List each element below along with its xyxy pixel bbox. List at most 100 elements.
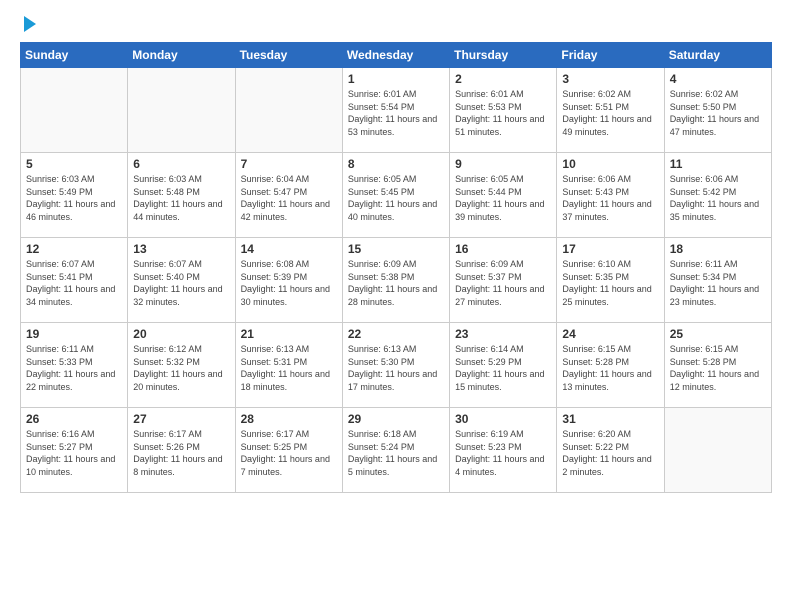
day-number: 29 (348, 412, 444, 426)
weekday-header-saturday: Saturday (664, 43, 771, 68)
calendar-week-row-2: 12 Sunrise: 6:07 AM Sunset: 5:41 PM Dayli… (21, 238, 772, 323)
calendar-day-cell-7: 7 Sunrise: 6:04 AM Sunset: 5:47 PM Daylig… (235, 153, 342, 238)
day-number: 11 (670, 157, 766, 171)
day-info: Sunrise: 6:02 AM Sunset: 5:50 PM Dayligh… (670, 88, 766, 138)
day-number: 31 (562, 412, 658, 426)
day-info: Sunrise: 6:12 AM Sunset: 5:32 PM Dayligh… (133, 343, 229, 393)
day-number: 16 (455, 242, 551, 256)
weekday-header-thursday: Thursday (450, 43, 557, 68)
calendar-day-cell-18: 18 Sunrise: 6:11 AM Sunset: 5:34 PM Dayli… (664, 238, 771, 323)
day-number: 25 (670, 327, 766, 341)
calendar-day-cell-16: 16 Sunrise: 6:09 AM Sunset: 5:37 PM Dayli… (450, 238, 557, 323)
calendar-day-cell-2: 2 Sunrise: 6:01 AM Sunset: 5:53 PM Daylig… (450, 68, 557, 153)
calendar-week-row-0: 1 Sunrise: 6:01 AM Sunset: 5:54 PM Daylig… (21, 68, 772, 153)
day-info: Sunrise: 6:16 AM Sunset: 5:27 PM Dayligh… (26, 428, 122, 478)
day-info: Sunrise: 6:05 AM Sunset: 5:44 PM Dayligh… (455, 173, 551, 223)
day-number: 17 (562, 242, 658, 256)
header (20, 16, 772, 32)
day-info: Sunrise: 6:17 AM Sunset: 5:26 PM Dayligh… (133, 428, 229, 478)
day-info: Sunrise: 6:11 AM Sunset: 5:34 PM Dayligh… (670, 258, 766, 308)
calendar-day-cell-30: 30Sunrise: 6:19 AM Sunset: 5:23 PM Dayli… (450, 408, 557, 493)
day-number: 18 (670, 242, 766, 256)
day-number: 23 (455, 327, 551, 341)
day-info: Sunrise: 6:20 AM Sunset: 5:22 PM Dayligh… (562, 428, 658, 478)
day-info: Sunrise: 6:14 AM Sunset: 5:29 PM Dayligh… (455, 343, 551, 393)
day-info: Sunrise: 6:06 AM Sunset: 5:43 PM Dayligh… (562, 173, 658, 223)
calendar-week-row-3: 19 Sunrise: 6:11 AM Sunset: 5:33 PM Dayli… (21, 323, 772, 408)
day-number: 10 (562, 157, 658, 171)
calendar-day-cell-8: 8 Sunrise: 6:05 AM Sunset: 5:45 PM Daylig… (342, 153, 449, 238)
day-number: 28 (241, 412, 337, 426)
calendar-week-row-1: 5 Sunrise: 6:03 AM Sunset: 5:49 PM Daylig… (21, 153, 772, 238)
calendar-empty-cell (235, 68, 342, 153)
weekday-header-monday: Monday (128, 43, 235, 68)
calendar-day-cell-19: 19 Sunrise: 6:11 AM Sunset: 5:33 PM Dayli… (21, 323, 128, 408)
weekday-header-wednesday: Wednesday (342, 43, 449, 68)
calendar-day-cell-10: 10 Sunrise: 6:06 AM Sunset: 5:43 PM Dayli… (557, 153, 664, 238)
day-number: 8 (348, 157, 444, 171)
day-number: 24 (562, 327, 658, 341)
day-info: Sunrise: 6:13 AM Sunset: 5:30 PM Dayligh… (348, 343, 444, 393)
day-number: 1 (348, 72, 444, 86)
day-number: 2 (455, 72, 551, 86)
calendar-day-cell-26: 26 Sunrise: 6:16 AM Sunset: 5:27 PM Dayli… (21, 408, 128, 493)
day-info: Sunrise: 6:07 AM Sunset: 5:41 PM Dayligh… (26, 258, 122, 308)
day-number: 19 (26, 327, 122, 341)
calendar-day-cell-13: 13 Sunrise: 6:07 AM Sunset: 5:40 PM Dayli… (128, 238, 235, 323)
calendar-day-cell-23: 23 Sunrise: 6:14 AM Sunset: 5:29 PM Dayli… (450, 323, 557, 408)
weekday-header-tuesday: Tuesday (235, 43, 342, 68)
calendar-day-cell-27: 27Sunrise: 6:17 AM Sunset: 5:26 PM Dayli… (128, 408, 235, 493)
calendar-day-cell-24: 24 Sunrise: 6:15 AM Sunset: 5:28 PM Dayli… (557, 323, 664, 408)
day-info: Sunrise: 6:19 AM Sunset: 5:23 PM Dayligh… (455, 428, 551, 478)
day-info: Sunrise: 6:13 AM Sunset: 5:31 PM Dayligh… (241, 343, 337, 393)
calendar-day-cell-25: 25Sunrise: 6:15 AM Sunset: 5:28 PM Dayli… (664, 323, 771, 408)
calendar-day-cell-22: 22 Sunrise: 6:13 AM Sunset: 5:30 PM Dayli… (342, 323, 449, 408)
day-info: Sunrise: 6:07 AM Sunset: 5:40 PM Dayligh… (133, 258, 229, 308)
calendar-day-cell-6: 6 Sunrise: 6:03 AM Sunset: 5:48 PM Daylig… (128, 153, 235, 238)
calendar-day-cell-28: 28 Sunrise: 6:17 AM Sunset: 5:25 PM Dayli… (235, 408, 342, 493)
day-number: 12 (26, 242, 122, 256)
calendar-day-cell-4: 4 Sunrise: 6:02 AM Sunset: 5:50 PM Daylig… (664, 68, 771, 153)
calendar-day-cell-14: 14Sunrise: 6:08 AM Sunset: 5:39 PM Dayli… (235, 238, 342, 323)
weekday-header-row: SundayMondayTuesdayWednesdayThursdayFrid… (21, 43, 772, 68)
day-number: 3 (562, 72, 658, 86)
calendar-day-cell-12: 12 Sunrise: 6:07 AM Sunset: 5:41 PM Dayli… (21, 238, 128, 323)
day-number: 26 (26, 412, 122, 426)
day-info: Sunrise: 6:10 AM Sunset: 5:35 PM Dayligh… (562, 258, 658, 308)
calendar-day-cell-20: 20 Sunrise: 6:12 AM Sunset: 5:32 PM Dayli… (128, 323, 235, 408)
calendar-day-cell-1: 1 Sunrise: 6:01 AM Sunset: 5:54 PM Daylig… (342, 68, 449, 153)
day-number: 21 (241, 327, 337, 341)
calendar-day-cell-11: 11 Sunrise: 6:06 AM Sunset: 5:42 PM Dayli… (664, 153, 771, 238)
day-number: 7 (241, 157, 337, 171)
day-info: Sunrise: 6:01 AM Sunset: 5:53 PM Dayligh… (455, 88, 551, 138)
day-info: Sunrise: 6:17 AM Sunset: 5:25 PM Dayligh… (241, 428, 337, 478)
day-info: Sunrise: 6:11 AM Sunset: 5:33 PM Dayligh… (26, 343, 122, 393)
day-number: 9 (455, 157, 551, 171)
logo (20, 16, 36, 32)
day-info: Sunrise: 6:05 AM Sunset: 5:45 PM Dayligh… (348, 173, 444, 223)
day-info: Sunrise: 6:03 AM Sunset: 5:48 PM Dayligh… (133, 173, 229, 223)
calendar-table: SundayMondayTuesdayWednesdayThursdayFrid… (20, 42, 772, 493)
day-info: Sunrise: 6:18 AM Sunset: 5:24 PM Dayligh… (348, 428, 444, 478)
day-info: Sunrise: 6:02 AM Sunset: 5:51 PM Dayligh… (562, 88, 658, 138)
calendar-day-cell-17: 17 Sunrise: 6:10 AM Sunset: 5:35 PM Dayli… (557, 238, 664, 323)
calendar-day-cell-31: 31 Sunrise: 6:20 AM Sunset: 5:22 PM Dayli… (557, 408, 664, 493)
logo-arrow-icon (24, 16, 36, 32)
day-info: Sunrise: 6:09 AM Sunset: 5:38 PM Dayligh… (348, 258, 444, 308)
day-number: 13 (133, 242, 229, 256)
day-number: 22 (348, 327, 444, 341)
calendar-empty-cell (128, 68, 235, 153)
day-number: 4 (670, 72, 766, 86)
day-info: Sunrise: 6:04 AM Sunset: 5:47 PM Dayligh… (241, 173, 337, 223)
day-number: 14 (241, 242, 337, 256)
day-number: 6 (133, 157, 229, 171)
day-info: Sunrise: 6:06 AM Sunset: 5:42 PM Dayligh… (670, 173, 766, 223)
day-info: Sunrise: 6:15 AM Sunset: 5:28 PM Dayligh… (562, 343, 658, 393)
day-info: Sunrise: 6:09 AM Sunset: 5:37 PM Dayligh… (455, 258, 551, 308)
calendar-empty-cell (21, 68, 128, 153)
weekday-header-sunday: Sunday (21, 43, 128, 68)
day-info: Sunrise: 6:01 AM Sunset: 5:54 PM Dayligh… (348, 88, 444, 138)
day-number: 20 (133, 327, 229, 341)
day-number: 5 (26, 157, 122, 171)
day-info: Sunrise: 6:03 AM Sunset: 5:49 PM Dayligh… (26, 173, 122, 223)
